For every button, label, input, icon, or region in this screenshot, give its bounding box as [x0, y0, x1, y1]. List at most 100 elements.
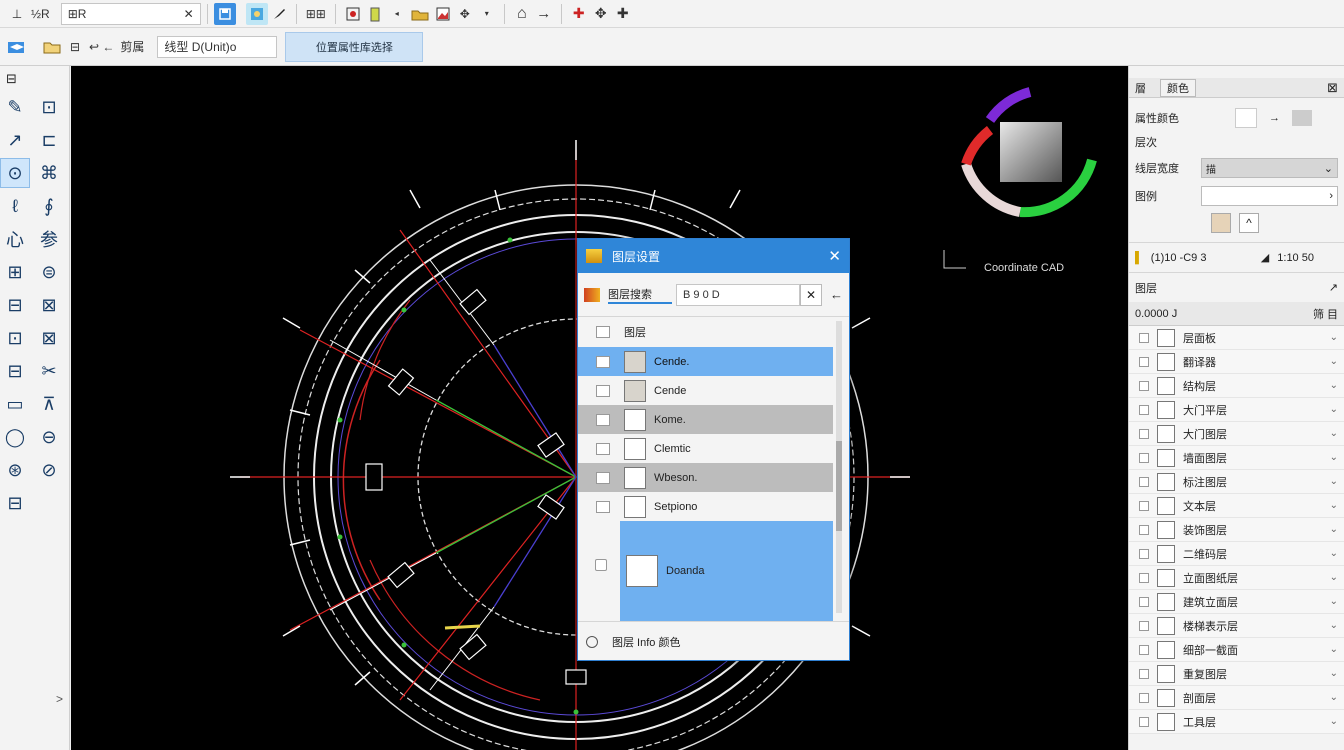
layer-swatch[interactable] — [1157, 592, 1175, 611]
dialog-list-item[interactable]: Cende — [578, 376, 833, 405]
layer-list-item[interactable]: 结构层 ⌄ — [1129, 374, 1344, 398]
layer-swatch[interactable] — [1157, 688, 1175, 707]
tool-button[interactable]: ∮ — [34, 191, 64, 221]
tool-b-button[interactable]: ½R — [28, 3, 53, 25]
tab-layer-library[interactable]: 位置属性库选择 — [285, 31, 424, 62]
chevron-down-icon[interactable]: ⌄ — [1330, 428, 1338, 439]
layer-checkbox[interactable] — [1139, 524, 1149, 535]
dialog-big-row[interactable]: Doanda — [620, 521, 833, 621]
add-button[interactable]: ✚ — [612, 3, 634, 25]
row-color-swatch[interactable] — [624, 437, 646, 460]
row-color-swatch[interactable] — [624, 408, 646, 431]
chevron-down-icon[interactable]: ⌄ — [1330, 356, 1338, 367]
pen-icon[interactable]: ◢ — [1261, 251, 1269, 264]
layer-list-item[interactable]: 墙面图层 ⌄ — [1129, 446, 1344, 470]
dialog-scroll-thumb[interactable] — [836, 441, 842, 531]
chevron-down-icon[interactable]: ⌄ — [1330, 380, 1338, 391]
layer-list-header-right[interactable]: 筛 目 — [1313, 306, 1338, 322]
panel-close-button[interactable]: ⊠ — [1327, 80, 1338, 96]
dialog-close-button[interactable]: ✕ — [828, 247, 841, 265]
layer-list-item[interactable]: 大门平层 ⌄ — [1129, 398, 1344, 422]
layer-list-item[interactable]: 二维码层 ⌄ — [1129, 542, 1344, 566]
tool-button[interactable]: ⊘ — [34, 455, 64, 485]
tool-button[interactable]: ⊼ — [34, 389, 64, 419]
layer-checkbox[interactable] — [1139, 596, 1149, 607]
row-checkbox[interactable] — [596, 355, 610, 368]
chevron-down-icon[interactable]: ⌄ — [1330, 404, 1338, 415]
dialog-list-item[interactable]: Kome. — [578, 405, 833, 434]
row-checkbox[interactable] — [596, 500, 610, 513]
pick-icon[interactable] — [1292, 110, 1312, 126]
layer-swatch[interactable] — [1157, 520, 1175, 539]
tool-button[interactable]: ⊠ — [34, 290, 64, 320]
layer-list-item[interactable]: 装饰图层 ⌄ — [1129, 518, 1344, 542]
undo-button[interactable]: ↩ ← — [86, 36, 117, 58]
dropdown-arrow-icon[interactable]: ▾ — [476, 3, 498, 25]
layer-list-item[interactable]: 标注图层 ⌄ — [1129, 470, 1344, 494]
row-checkbox[interactable] — [596, 471, 610, 484]
layer-swatch[interactable] — [1157, 352, 1175, 371]
layer-list-item[interactable]: 文本层 ⌄ — [1129, 494, 1344, 518]
move-icon[interactable]: ✥ — [454, 3, 476, 25]
legend-input[interactable]: › — [1201, 186, 1338, 206]
layer-checkbox[interactable] — [1139, 668, 1149, 679]
tool-button[interactable]: ⊙ — [0, 158, 30, 188]
layer-swatch[interactable] — [1157, 616, 1175, 635]
picture-icon[interactable] — [432, 3, 454, 25]
chevron-down-icon[interactable]: ⌄ — [1330, 644, 1338, 655]
layer-list-item[interactable]: 楼梯表示层 ⌄ — [1129, 614, 1344, 638]
layer-swatch[interactable] — [1157, 472, 1175, 491]
row-color-swatch[interactable] — [624, 350, 646, 373]
chevron-down-icon[interactable]: ⌄ — [1330, 620, 1338, 631]
search-input[interactable]: ⊞R ✕ — [60, 2, 201, 25]
layers-icon[interactable] — [4, 36, 30, 58]
layer-grid-button[interactable]: ⊞⊞ — [303, 3, 329, 25]
tool-button[interactable]: ⊛ — [0, 455, 30, 485]
pan-button[interactable]: ✥ — [590, 3, 612, 25]
forward-button[interactable]: → — [533, 3, 555, 25]
chevron-down-icon[interactable]: ⌄ — [1330, 476, 1338, 487]
chevron-down-icon[interactable]: ⌄ — [1330, 668, 1338, 679]
refresh-icon[interactable] — [586, 635, 598, 648]
dialog-scrollbar[interactable] — [836, 321, 842, 613]
layer-checkbox[interactable] — [1139, 428, 1149, 439]
record-icon[interactable] — [342, 3, 364, 25]
color-swatch[interactable] — [1235, 108, 1257, 128]
tool-button[interactable]: ✂ — [34, 356, 64, 386]
dialog-search-input[interactable]: B 9 0 D — [676, 283, 800, 306]
dialog-clear-button[interactable]: ✕ — [800, 283, 822, 306]
tool-button[interactable]: 心 — [0, 224, 30, 254]
layer-checkbox[interactable] — [1139, 476, 1149, 487]
tool-a-button[interactable]: ⊥ — [6, 3, 28, 25]
brush-icon[interactable] — [268, 3, 290, 25]
layer-swatch[interactable] — [1157, 664, 1175, 683]
layer-checkbox[interactable] — [1139, 620, 1149, 631]
add-red-button[interactable]: ✚ — [568, 3, 590, 25]
chevron-down-icon[interactable]: ⌄ — [1330, 548, 1338, 559]
chevron-down-icon[interactable]: ⌄ — [1330, 452, 1338, 463]
chevron-down-icon[interactable]: ⌄ — [1330, 524, 1338, 535]
layer-checkbox[interactable] — [1139, 332, 1149, 343]
row-color-swatch[interactable] — [624, 495, 646, 518]
tool-button[interactable]: ◯ — [0, 422, 30, 452]
layer-checkbox[interactable] — [1139, 404, 1149, 415]
open-button[interactable]: ⊟ — [64, 36, 86, 58]
big-row-checkbox[interactable] — [595, 559, 607, 571]
open-folder-icon[interactable] — [40, 36, 64, 58]
layer-swatch[interactable] — [1157, 496, 1175, 515]
chevron-down-icon[interactable]: ⌄ — [1330, 716, 1338, 727]
collapse-icon[interactable]: ↗ — [1329, 281, 1338, 294]
image-thumb-icon[interactable] — [1211, 213, 1231, 233]
font-button[interactable]: 剪属 — [117, 36, 147, 58]
layer-checkbox[interactable] — [1139, 644, 1149, 655]
save-icon[interactable] — [213, 2, 236, 25]
line-width-select[interactable]: 描 ⌄ — [1201, 158, 1338, 178]
row-color-swatch[interactable] — [624, 466, 646, 489]
tool-button[interactable]: ⊟ — [0, 356, 30, 386]
row-checkbox[interactable] — [596, 384, 610, 397]
dialog-list-item[interactable]: Clemtic — [578, 434, 833, 463]
folder-icon[interactable] — [408, 3, 432, 25]
layer-checkbox[interactable] — [1139, 500, 1149, 511]
tool-button[interactable]: ⊖ — [34, 422, 64, 452]
dialog-list-item[interactable]: Cende. — [578, 347, 833, 376]
